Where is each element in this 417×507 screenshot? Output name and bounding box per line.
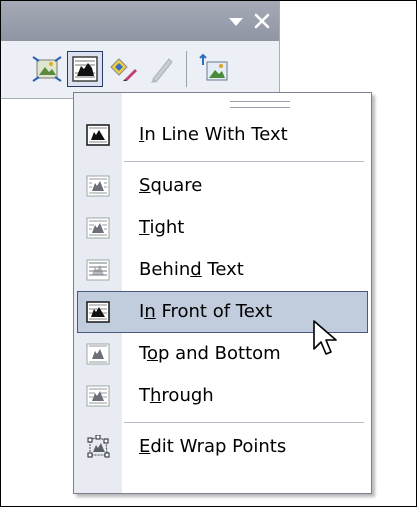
inline-with-text-icon: [86, 123, 110, 147]
picture-toolbar: [1, 1, 280, 99]
menu-item-label: Top and Bottom: [139, 343, 281, 364]
set-transparent-color-button[interactable]: [143, 51, 179, 87]
menu-item-label: Tight: [139, 217, 185, 238]
menu-item-edit-wrap-points[interactable]: Edit Wrap Points: [77, 426, 368, 468]
screenshot-frame: In Line With Text Square Tight Behind Te…: [0, 0, 417, 507]
wrap-tight-icon: [86, 216, 110, 240]
menu-separator: [124, 422, 364, 423]
toolbar-separator: [186, 51, 187, 87]
close-x-icon[interactable]: [252, 11, 272, 31]
menu-item-in-line-with-text[interactable]: In Line With Text: [77, 114, 368, 156]
text-wrapping-button[interactable]: [67, 51, 103, 87]
menu-item-label: In Line With Text: [139, 124, 288, 145]
behind-text-icon: [86, 258, 110, 282]
menu-drag-grip[interactable]: [230, 101, 290, 108]
access-key-letter: I: [139, 124, 145, 145]
access-key-letter: T: [139, 217, 150, 238]
wrap-through-icon: [86, 384, 110, 408]
access-key-letter: n: [144, 301, 156, 322]
menu-item-label: Edit Wrap Points: [139, 436, 287, 457]
access-key-letter: o: [146, 343, 158, 364]
menu-item-label: In Front of Text: [139, 301, 273, 322]
menu-item-tight[interactable]: Tight: [77, 207, 368, 249]
wrap-square-icon: [86, 174, 110, 198]
format-picture-icon: [105, 51, 141, 87]
edit-wrap-points-icon: [86, 435, 110, 459]
reset-picture-button[interactable]: [29, 51, 65, 87]
access-key-letter: h: [150, 385, 162, 406]
picture-properties-button[interactable]: [197, 51, 233, 87]
top-and-bottom-icon: [86, 342, 110, 366]
mouse-pointer-icon: [312, 319, 342, 359]
menu-item-behind-text[interactable]: Behind Text: [77, 249, 368, 291]
access-key-letter: d: [190, 259, 202, 280]
text-wrapping-menu: In Line With Text Square Tight Behind Te…: [73, 92, 372, 494]
menu-item-label: Behind Text: [139, 259, 244, 280]
menu-separator: [124, 161, 364, 162]
menu-item-square[interactable]: Square: [77, 165, 368, 207]
in-front-of-text-icon: [86, 300, 110, 324]
wrap-in-front-icon: [68, 52, 102, 86]
reset-picture-icon: [29, 51, 65, 87]
format-picture-button[interactable]: [105, 51, 141, 87]
menu-item-label: Through: [139, 385, 214, 406]
triangle-down-icon[interactable]: [227, 15, 245, 29]
menu-item-label: Square: [139, 175, 203, 196]
picture-properties-icon: [197, 51, 233, 87]
access-key-letter: E: [139, 436, 151, 457]
access-key-letter: S: [139, 175, 151, 196]
menu-item-through[interactable]: Through: [77, 375, 368, 417]
transparent-color-pen-icon: [143, 51, 179, 87]
